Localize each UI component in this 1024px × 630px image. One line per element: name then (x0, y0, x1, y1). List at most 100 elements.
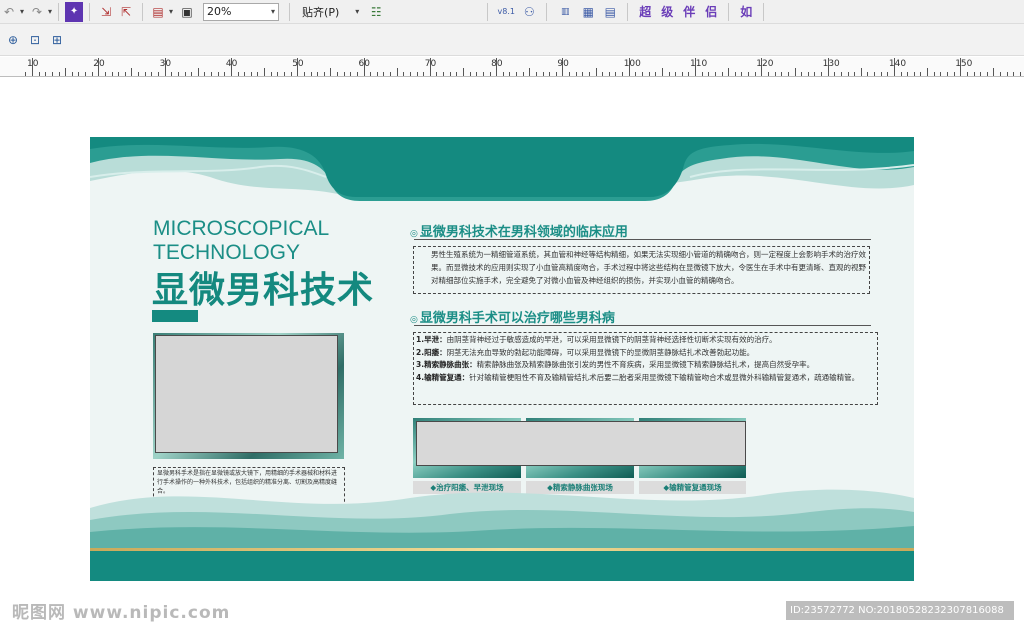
app-window: ↶ ▾ ↷ ▾ ✦ ⇲ ⇱ ▤ ▾ ▣ 20% ▾ 贴齐(P) ▾ ☷ v8.1… (0, 0, 1024, 630)
ruler-tick (303, 72, 305, 76)
redo-icon[interactable]: ↷ (28, 2, 46, 22)
ruler-tick (38, 72, 40, 76)
ruler-tick (204, 72, 206, 76)
section2-title: 显微男科手术可以治疗哪些男科病 (419, 311, 615, 326)
ruler-tick (277, 72, 279, 76)
ruler-tick (244, 72, 246, 76)
plugin-grid-icon[interactable]: ▦ (577, 2, 599, 22)
ruler-label: 130 (822, 59, 840, 69)
toolbar-separator (289, 2, 291, 21)
ruler-tick (462, 68, 464, 76)
ruler-tick (409, 72, 411, 76)
ruler-tick (549, 72, 551, 76)
ruler-tick (436, 72, 438, 76)
toolbar-separator (763, 2, 765, 21)
ruler-tick (237, 72, 239, 76)
ruler-tick (940, 72, 942, 76)
zoom-in-icon[interactable]: ⊕ (2, 30, 24, 50)
export-icon[interactable]: ⇱ (116, 2, 136, 22)
ruler-tick (443, 72, 445, 76)
ruler-tick (840, 72, 842, 76)
top-wave-decoration (90, 137, 914, 207)
ruler-tick (416, 72, 418, 76)
redo-dropdown-icon[interactable]: ▾ (48, 7, 52, 16)
ruler-tick (602, 72, 604, 76)
ruler-tick (104, 72, 106, 76)
ruler-tick (78, 72, 80, 76)
ruler-tick (257, 72, 259, 76)
plugin-char-4[interactable]: 侣 (700, 2, 722, 22)
ruler-tick (522, 72, 524, 76)
zoom-level-value: 20% (207, 5, 232, 18)
plugin-barcode-icon[interactable]: ▥ (553, 2, 577, 22)
ruler-tick (688, 72, 690, 76)
ruler-tick (270, 72, 272, 76)
import-icon[interactable]: ⇲ (96, 2, 116, 22)
ruler-tick (529, 68, 531, 76)
bullet-icon: ◎ (410, 229, 418, 239)
options-icon[interactable]: ☷ (367, 2, 385, 22)
search-content-icon[interactable]: ✦ (65, 1, 84, 22)
ruler-tick (323, 72, 325, 76)
section1-paragraph-textbox[interactable]: 男性生殖系统为一精细管道系统，其血管和神经等结构精细，如果无法实现细小管道的精确… (413, 246, 870, 294)
full-screen-preview-icon[interactable]: ▣ (177, 2, 197, 22)
ruler-tick (953, 72, 955, 76)
horizontal-ruler[interactable]: 10 20 30 40 50 60 70 80 90 100 110 120 130 140 150 (0, 57, 1024, 77)
ruler-tick (774, 72, 776, 76)
ruler-tick (403, 72, 405, 76)
chinese-title: 显微男科技术 (152, 270, 375, 311)
zoom-level-select[interactable]: 20% ▾ (203, 2, 280, 21)
ruler-tick (781, 72, 783, 76)
zoom-selection-icon[interactable]: ⊞ (46, 30, 68, 50)
section2-list-textbox[interactable]: 1.早泄：由阴茎背神经过于敏感造成的早泄，可以采用显微镜下的阴茎背神经选择性切断… (413, 332, 878, 405)
ruler-tick (754, 72, 756, 76)
zoom-page-icon[interactable]: ⊡ (24, 30, 46, 50)
plugin-char-1[interactable]: 超 (634, 2, 656, 22)
section2-heading: ◎ 显微男科手术可以治疗哪些男科病 (410, 307, 615, 326)
ruler-label: 120 (756, 59, 774, 69)
publish-dropdown-icon[interactable]: ▾ (169, 7, 173, 16)
left-image-frame[interactable] (153, 333, 344, 459)
ruler-tick (171, 72, 173, 76)
ruler-tick (582, 72, 584, 76)
ruler-tick (933, 72, 935, 76)
ruler-tick (575, 72, 577, 76)
ruler-tick (25, 72, 27, 76)
snap-label: 贴齐(P) (302, 5, 340, 19)
ruler-tick (714, 72, 716, 76)
ruler-tick (65, 68, 67, 76)
ruler-label: 90 (557, 59, 569, 69)
ruler-tick (681, 72, 683, 76)
plugin-table-icon[interactable]: ▤ (599, 2, 621, 22)
ruler-tick (224, 72, 226, 76)
ruler-tick (423, 72, 425, 76)
ruler-tick (555, 72, 557, 76)
ruler-tick (177, 72, 179, 76)
plugin-char-5[interactable]: 如 (735, 2, 757, 22)
ruler-tick (542, 72, 544, 76)
ruler-tick (615, 72, 617, 76)
ruler-tick (250, 72, 252, 76)
snap-to-dropdown[interactable]: 贴齐(P) ▾ (302, 4, 359, 20)
plugin-people-icon[interactable]: ⚇ (518, 2, 540, 22)
ruler-tick (860, 68, 862, 76)
undo-icon[interactable]: ↶ (0, 2, 18, 22)
ruler-tick (390, 72, 391, 76)
plugin-char-3[interactable]: 伴 (678, 2, 700, 22)
publish-pdf-icon[interactable]: ▤ (149, 2, 167, 22)
toolbar-separator (546, 2, 548, 21)
plugin-char-2[interactable]: 级 (656, 2, 678, 22)
section1-heading: ◎ 显微男科技术在男科领域的临床应用 (410, 221, 628, 240)
ruler-label: 110 (690, 59, 708, 69)
ruler-tick (834, 72, 836, 76)
list-item: 2.阳痿：阴茎无法充血导致的勃起功能障碍，可以采用显微镜下的显微阴茎静脉结扎术改… (416, 347, 755, 357)
ruler-tick (91, 72, 93, 76)
ruler-tick (734, 72, 736, 76)
section1-title: 显微男科技术在男科领域的临床应用 (419, 225, 628, 240)
ruler-tick (874, 72, 875, 76)
photo-placeholder (416, 421, 746, 466)
ruler-tick (370, 72, 372, 76)
undo-dropdown-icon[interactable]: ▾ (20, 7, 24, 16)
display-board[interactable]: MICROSCOPICAL TECHNOLOGY 显微男科技术 显微男科手术是指… (90, 137, 914, 581)
ruler-tick (708, 72, 710, 76)
